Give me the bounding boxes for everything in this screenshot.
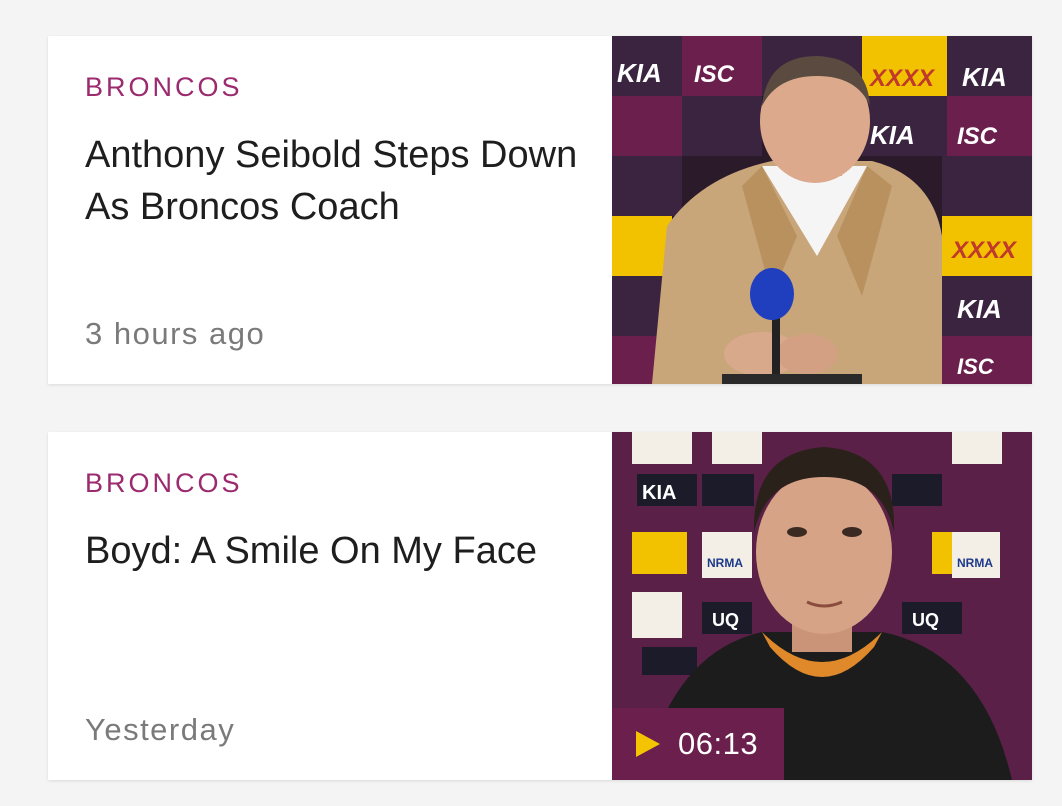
article-text: BRONCOS Boyd: A Smile On My Face Yesterd… <box>48 432 612 780</box>
article-headline[interactable]: Anthony Seibold Steps Down As Broncos Co… <box>85 129 585 233</box>
sponsor-xxxx: XXXX <box>950 237 1018 264</box>
sponsor-kia: KIA <box>962 62 1007 92</box>
article-thumbnail[interactable]: KIA ISC XXXX KIA KIA ISC XXXX KIA ISC <box>612 36 1032 384</box>
article-headline[interactable]: Boyd: A Smile On My Face <box>85 525 585 577</box>
video-duration-badge[interactable]: 06:13 <box>612 708 784 780</box>
article-card[interactable]: BRONCOS Anthony Seibold Steps Down As Br… <box>48 36 1032 384</box>
coach-press-conference-photo: KIA ISC XXXX KIA KIA ISC XXXX KIA ISC <box>612 36 1032 384</box>
video-thumbnail[interactable]: KIA NRMA NRMA UQ UQ 06:13 <box>612 432 1032 780</box>
article-timestamp: Yesterday <box>85 712 236 747</box>
play-icon[interactable] <box>636 731 660 757</box>
sponsor-xxxx: XXXX <box>868 65 936 92</box>
article-card[interactable]: BRONCOS Boyd: A Smile On My Face Yesterd… <box>48 432 1032 780</box>
sponsor-nrma: NRMA <box>707 556 743 570</box>
sponsor-kia: KIA <box>870 120 915 150</box>
article-text: BRONCOS Anthony Seibold Steps Down As Br… <box>48 36 612 384</box>
article-category[interactable]: BRONCOS <box>85 468 243 499</box>
video-duration: 06:13 <box>678 726 759 761</box>
sponsor-isc: ISC <box>957 354 995 379</box>
sponsor-isc: ISC <box>694 61 735 88</box>
sponsor-nrma: NRMA <box>957 556 993 570</box>
sponsor-uq: UQ <box>712 610 739 630</box>
news-feed: BRONCOS Anthony Seibold Steps Down As Br… <box>0 0 1062 806</box>
sponsor-kia: KIA <box>642 482 676 504</box>
sponsor-isc: ISC <box>957 123 998 150</box>
article-category[interactable]: BRONCOS <box>85 72 243 103</box>
article-timestamp: 3 hours ago <box>85 316 266 351</box>
sponsor-kia: KIA <box>617 58 662 88</box>
sponsor-kia: KIA <box>957 294 1002 324</box>
sponsor-uq: UQ <box>912 610 939 630</box>
